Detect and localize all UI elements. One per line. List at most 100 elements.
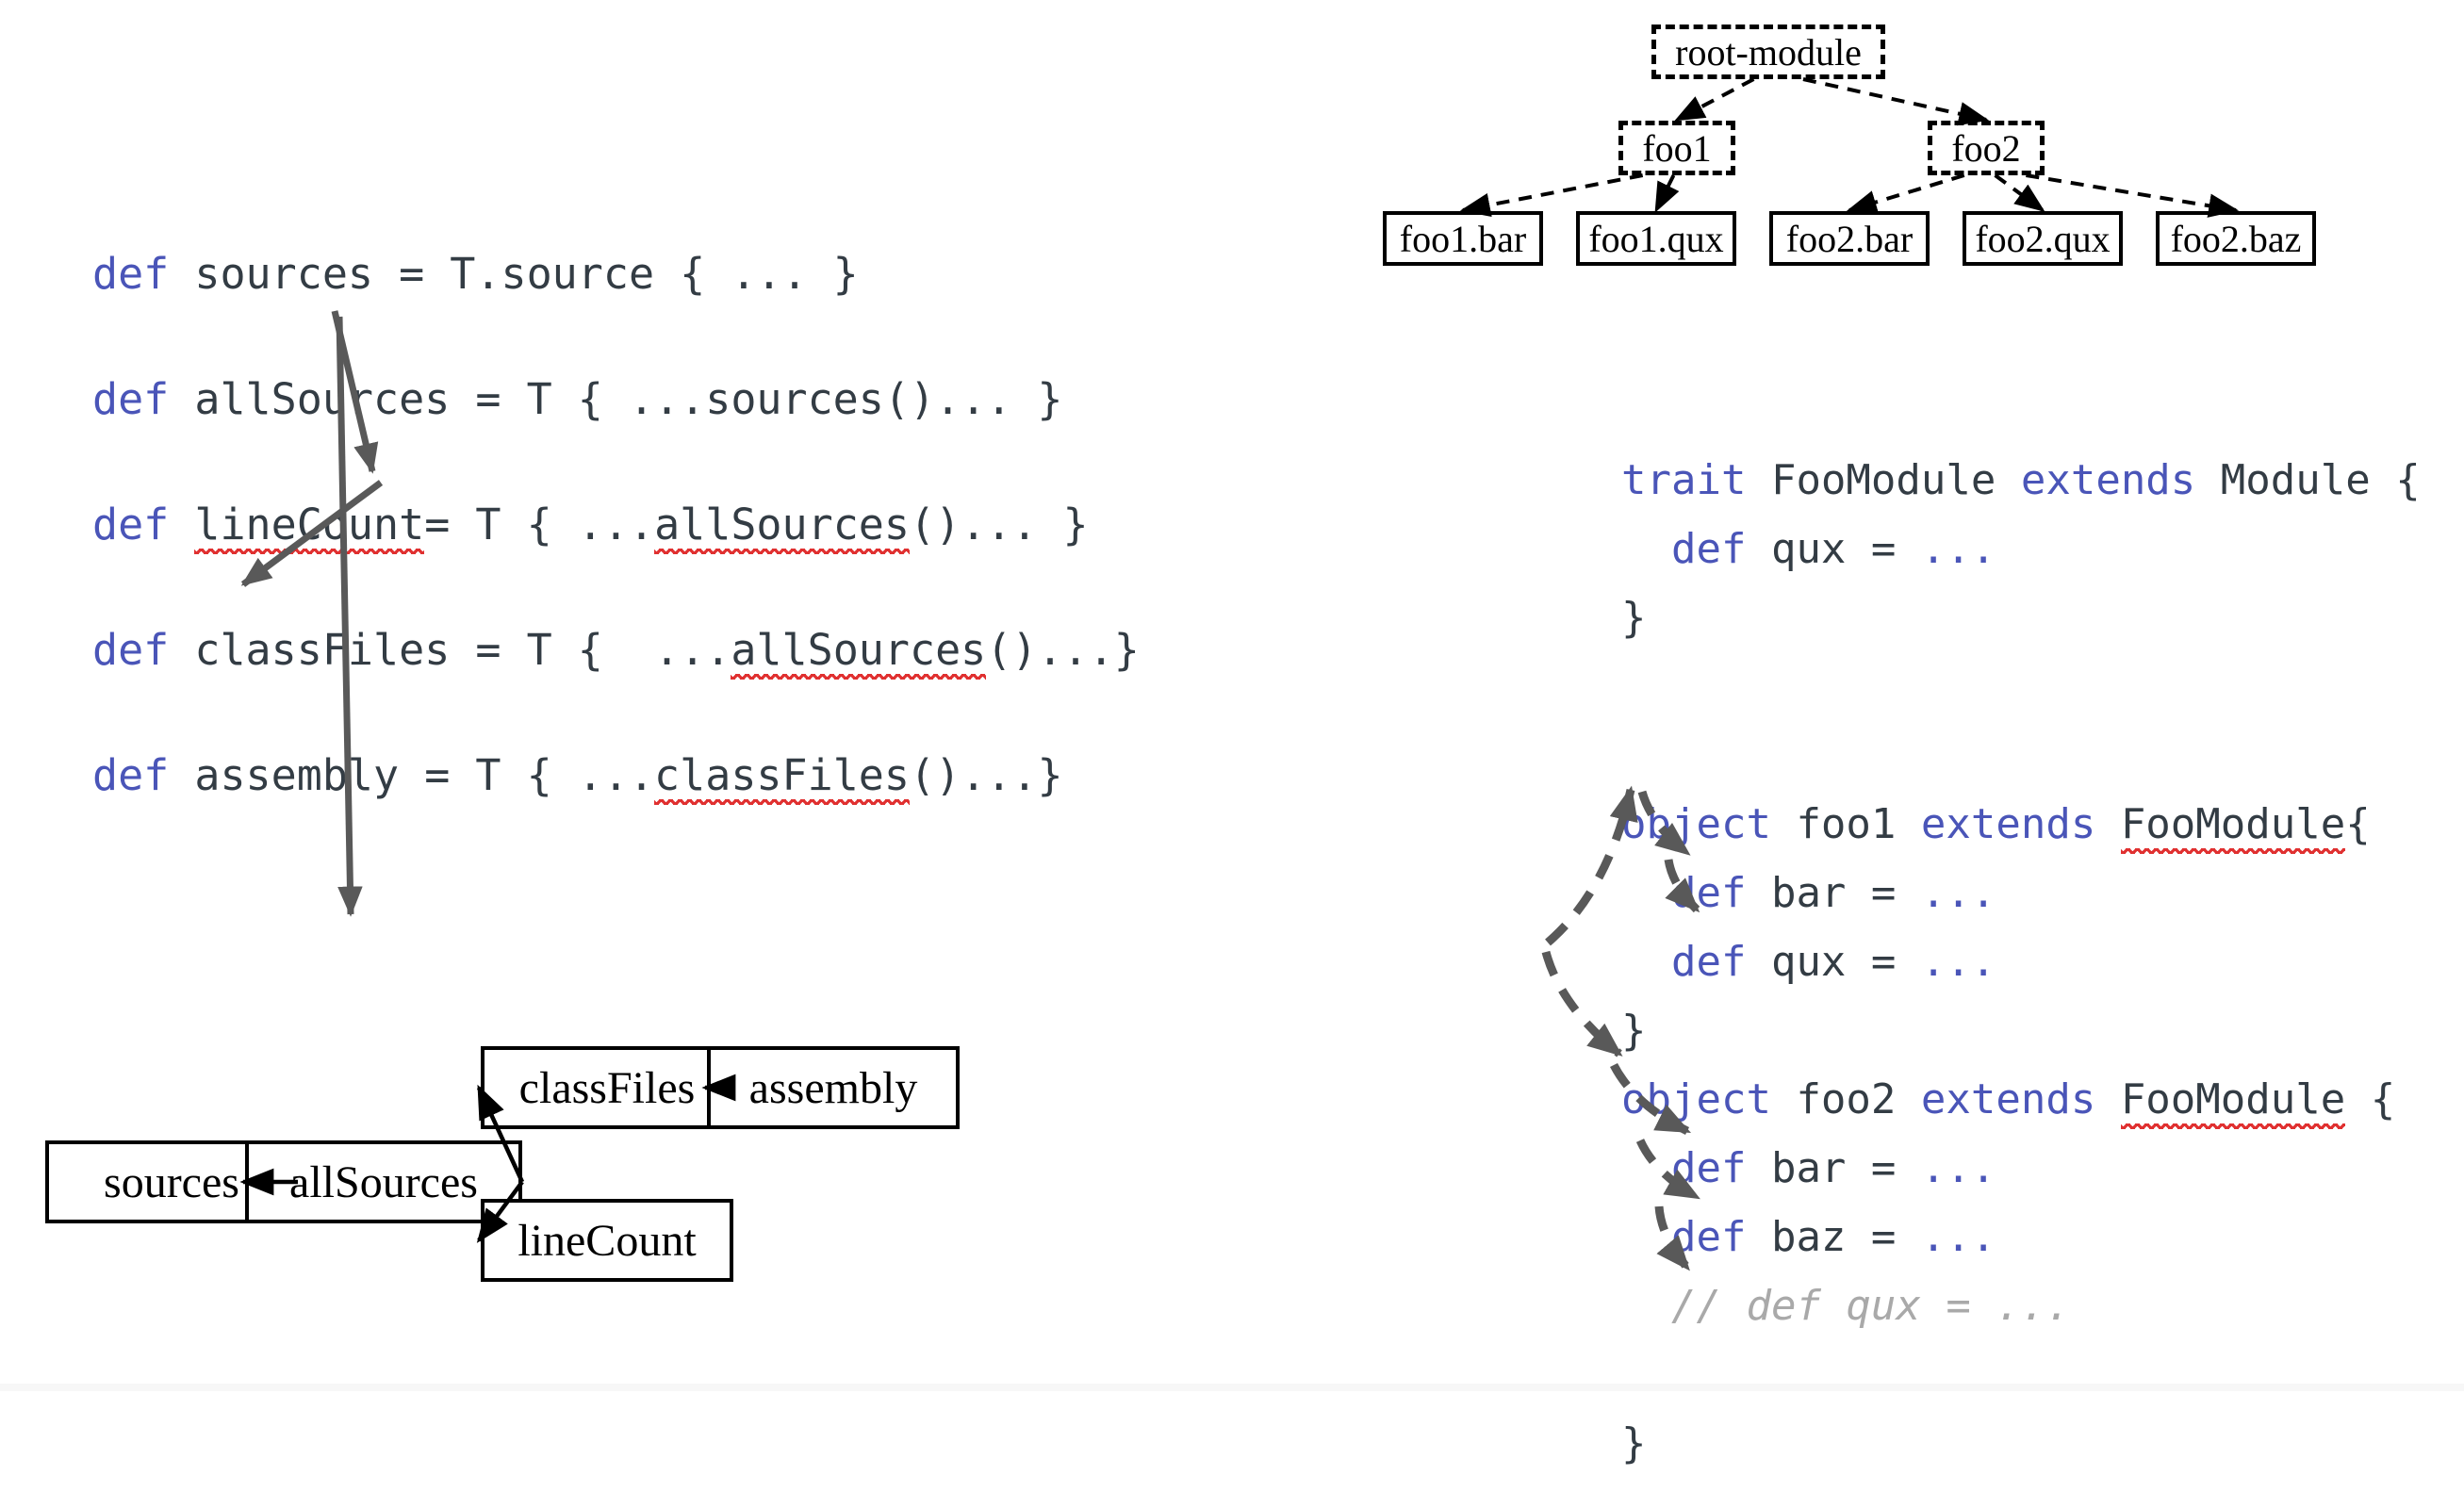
- code-token: qux =: [1770, 525, 1921, 573]
- code-token-misspelled: FooModule: [2120, 800, 2346, 854]
- flow-node-label: classFiles: [518, 1062, 696, 1113]
- tree-node-label: foo2: [1951, 126, 2021, 170]
- code-token: def: [1621, 1144, 1771, 1192]
- code-token: ()...}: [986, 625, 1140, 675]
- flow-node-label: assembly: [748, 1062, 918, 1113]
- code-token-misspelled: lineCount: [194, 500, 425, 554]
- code-token: extends: [1920, 1075, 2121, 1123]
- code-token-misspelled: allSources: [731, 625, 987, 680]
- code-token: Module {: [2220, 456, 2421, 504]
- code-token: def: [92, 249, 195, 299]
- tree-node-foo1-qux: foo1.qux: [1576, 211, 1736, 266]
- code-line: def assembly = T { ...classFiles()...}: [92, 754, 1140, 879]
- code-token: trait: [1621, 456, 1771, 504]
- flow-node-assembly: assembly: [707, 1046, 960, 1129]
- code-token: FooModule: [1770, 456, 2021, 504]
- code-token: {: [2345, 1075, 2396, 1123]
- code-token: }: [1621, 594, 1647, 642]
- code-token: def: [92, 500, 195, 549]
- tree-edge-foo1-foo1-qux: [1654, 174, 1680, 213]
- code-token: baz =: [1770, 1213, 1921, 1261]
- code-token: classFiles = T { ...: [194, 625, 731, 675]
- code-token: extends: [1920, 800, 2121, 848]
- arrow-foo1-to-foo2-object: [1541, 950, 1623, 1058]
- tree-edge-foo2-foo2-bar: [1846, 173, 1965, 214]
- code-token: // def qux = ...: [1621, 1282, 2071, 1330]
- code-token: bar =: [1770, 1144, 1921, 1192]
- code-line: def sources = T.source { ... }: [92, 253, 1140, 378]
- code-line: object foo1 extends FooModule{: [1621, 804, 2421, 873]
- code-line: def allSources = T { ...sources()... }: [92, 378, 1140, 503]
- left-code-block: def sources = T.source { ... } def allSou…: [92, 253, 1140, 879]
- code-token: def: [92, 625, 195, 675]
- code-token: ...: [1920, 525, 1996, 573]
- code-token: def: [92, 374, 195, 424]
- code-token-misspelled: classFiles: [654, 750, 910, 805]
- code-line: }: [1621, 1423, 2421, 1492]
- code-token: }: [1621, 1419, 1647, 1467]
- bottom-edge-band: [0, 1384, 2464, 1391]
- code-token: def: [1621, 1213, 1771, 1261]
- code-token: allSources = T { ...sources()... }: [194, 374, 1063, 424]
- code-token: object: [1621, 1075, 1797, 1123]
- code-token: def: [1621, 938, 1771, 986]
- code-line: def lineCount= T { ...allSources()... }: [92, 503, 1140, 629]
- code-line: }: [1621, 598, 2421, 666]
- code-token: ...: [1920, 938, 1996, 986]
- code-token: {: [2345, 800, 2371, 848]
- tree-node-foo2: foo2: [1928, 121, 2045, 175]
- module-tree-edges: [1459, 77, 2240, 218]
- right-code-block: trait FooModule extends Module { def qux…: [1621, 460, 2421, 1492]
- flow-node-classfiles: classFiles: [481, 1046, 733, 1129]
- code-token: foo1: [1796, 800, 1921, 848]
- code-line: def bar = ...: [1621, 873, 2421, 942]
- code-token: bar =: [1770, 869, 1921, 917]
- tree-node-label: foo2.bar: [1785, 217, 1914, 260]
- code-token: assembly = T { ...: [194, 750, 655, 800]
- tree-node-root-module: root-module: [1651, 25, 1885, 79]
- tree-node-label: foo1.bar: [1399, 217, 1527, 260]
- code-line: def classFiles = T { ...allSources()...}: [92, 629, 1140, 754]
- code-token: }: [1621, 1007, 1647, 1055]
- code-token-misspelled: FooModule: [2120, 1075, 2346, 1129]
- code-line: trait FooModule extends Module {: [1621, 460, 2421, 529]
- code-token: ...: [1920, 1144, 1996, 1192]
- code-token: ...: [1920, 1213, 1996, 1261]
- flow-node-linecount: lineCount: [481, 1199, 733, 1282]
- code-token: qux =: [1770, 938, 1921, 986]
- code-line: object foo2 extends FooModule {: [1621, 1079, 2421, 1148]
- code-token: extends: [2020, 456, 2221, 504]
- tree-node-foo1-bar: foo1.bar: [1383, 211, 1543, 266]
- tree-node-label: foo1: [1642, 126, 1712, 170]
- tree-node-label: root-module: [1675, 30, 1862, 74]
- code-token: sources = T.source { ... }: [194, 249, 859, 299]
- tree-node-label: foo1.qux: [1588, 217, 1724, 260]
- flow-node-label: lineCount: [517, 1215, 697, 1266]
- tree-node-label: foo2.baz: [2170, 217, 2302, 260]
- code-token: object: [1621, 800, 1797, 848]
- code-token: ...: [1920, 869, 1996, 917]
- tree-edge-foo1-foo1-bar: [1459, 173, 1644, 218]
- tree-node-foo2-baz: foo2.baz: [2156, 211, 2316, 266]
- code-token: ()... }: [910, 500, 1089, 549]
- tree-edge-root-module-foo2: [1802, 77, 1990, 126]
- code-token: foo2: [1796, 1075, 1921, 1123]
- tree-node-foo1: foo1: [1618, 121, 1735, 175]
- flow-node-label: allSources: [289, 1156, 478, 1207]
- code-token-misspelled: allSources: [654, 500, 910, 554]
- code-token: = T { ...: [424, 500, 655, 549]
- code-line: // def qux = ...: [1621, 1286, 2421, 1354]
- tree-edge-foo2-foo2-baz: [2026, 173, 2240, 218]
- tree-edge-root-module-foo1: [1674, 77, 1755, 122]
- tree-node-foo2-qux: foo2.qux: [1963, 211, 2123, 266]
- code-line: def baz = ...: [1621, 1217, 2421, 1286]
- code-token: def: [1621, 525, 1771, 573]
- code-line: def qux = ...: [1621, 942, 2421, 1010]
- code-token: def: [1621, 869, 1771, 917]
- code-line: def qux = ...: [1621, 529, 2421, 598]
- code-line: }: [1621, 1010, 2421, 1079]
- tree-node-label: foo2.qux: [1975, 217, 2111, 260]
- arrow-foo1-object-dep-up: [1545, 785, 1638, 946]
